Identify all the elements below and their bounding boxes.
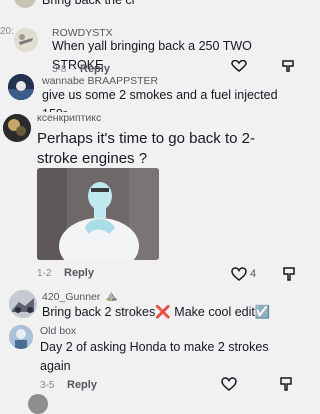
username[interactable]: ксенкриптикс [37, 112, 101, 124]
comment-text: Perhaps it's time to go back to 2-stroke… [37, 130, 255, 167]
comment-date: 3-8 [52, 64, 67, 75]
dislike-icon[interactable] [279, 377, 293, 391]
comment-text: Bring back the cr [42, 0, 136, 7]
avatar[interactable] [9, 290, 37, 318]
like-count: 4 [250, 268, 257, 280]
avatar-icon [9, 325, 33, 349]
comment-text: Day 2 of asking Honda to make 2 strokes … [40, 340, 269, 373]
avatar-icon [3, 114, 31, 142]
comment-date: 1-2 [37, 268, 52, 279]
avatar-icon [8, 74, 34, 100]
heart-icon[interactable] [231, 60, 247, 72]
badge-icon: ⛰️ [105, 291, 118, 302]
comment-date: 3-5 [40, 380, 55, 391]
dislike-icon[interactable] [282, 267, 296, 281]
comment-image[interactable] [37, 168, 159, 260]
avatar[interactable] [14, 28, 38, 52]
avatar-icon [9, 290, 37, 318]
reply-button[interactable]: Reply [80, 63, 110, 75]
username[interactable]: Old box [40, 325, 76, 337]
comment-text: Bring back 2 strokes❌ Make cool edit☑️ [42, 305, 271, 319]
reply-button[interactable]: Reply [64, 267, 94, 279]
username[interactable]: 420_Gunner [42, 291, 100, 303]
comment-text: give us some 2 smokes and a fuel injecte… [42, 88, 278, 112]
dislike-icon[interactable] [281, 60, 295, 72]
reply-button[interactable]: Reply [67, 379, 97, 391]
avatar[interactable] [9, 325, 33, 349]
side-timestamp: 20: [0, 26, 14, 37]
avatar[interactable] [14, 0, 36, 8]
heart-icon[interactable] [231, 267, 247, 281]
avatar[interactable] [28, 394, 48, 414]
avatar[interactable] [8, 74, 34, 100]
avatar-icon [14, 28, 38, 52]
avatar[interactable] [3, 114, 31, 142]
heart-icon[interactable] [221, 377, 237, 391]
